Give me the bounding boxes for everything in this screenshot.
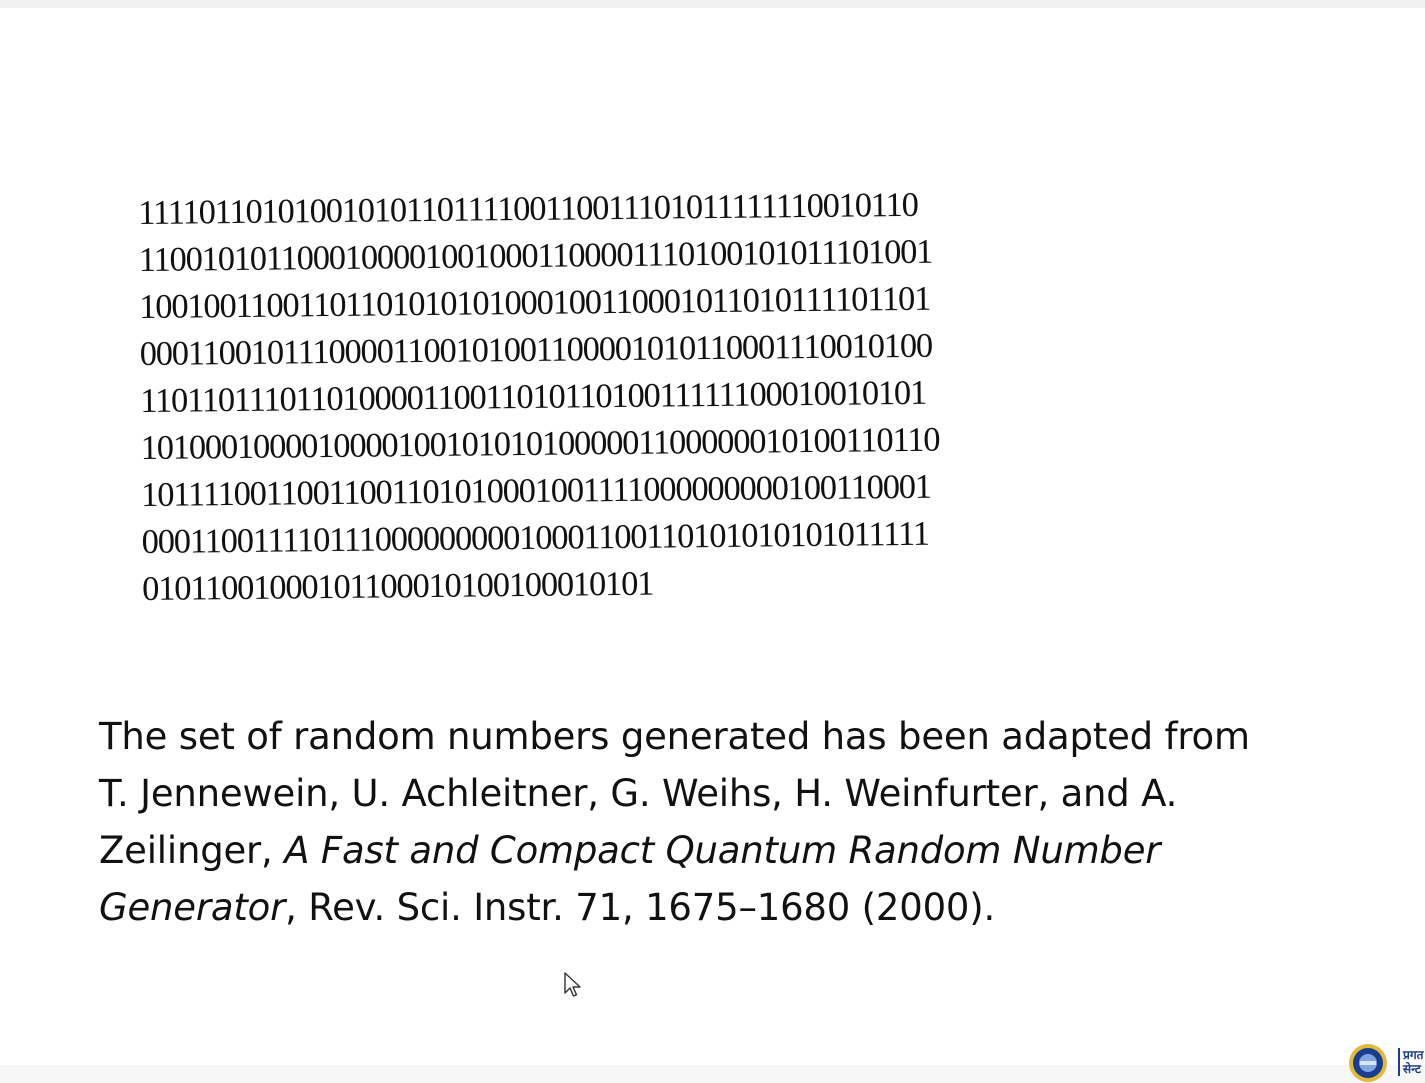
institution-seal-icon [1349,1044,1387,1082]
citation-caption: The set of random numbers generated has … [99,708,1359,936]
caption-line: The set of random numbers generated has … [99,715,1250,758]
caption-line: T. Jennewein, U. Achleitner, G. Weihs, H… [99,772,1178,815]
caption-line: Generator, Rev. Sci. Instr. 71, 1675–168… [99,879,1359,936]
slide: 1111011010100101011011110011001110101111… [0,0,1425,1082]
binary-line: 010110010001011000101001000101​01 [141,564,654,608]
paper-title-end: Generator [99,886,286,929]
caption-text: Zeilinger, [99,829,285,872]
journal-reference: , Rev. Sci. Instr. 71, 1675–1680 (2000). [285,886,996,929]
random-binary-sequence: 1111011010100101011011110011001110101111… [138,180,1082,613]
institution-wordmark: प्रगत सेन्ट [1398,1048,1425,1076]
mouse-cursor-icon [564,972,581,997]
caption-line: Zeilinger, A Fast and Compact Quantum Ra… [99,822,1359,879]
wordmark-text: प्रगत सेन्ट [1403,1048,1424,1076]
paper-title: A Fast and Compact Quantum Random Number [284,829,1161,872]
